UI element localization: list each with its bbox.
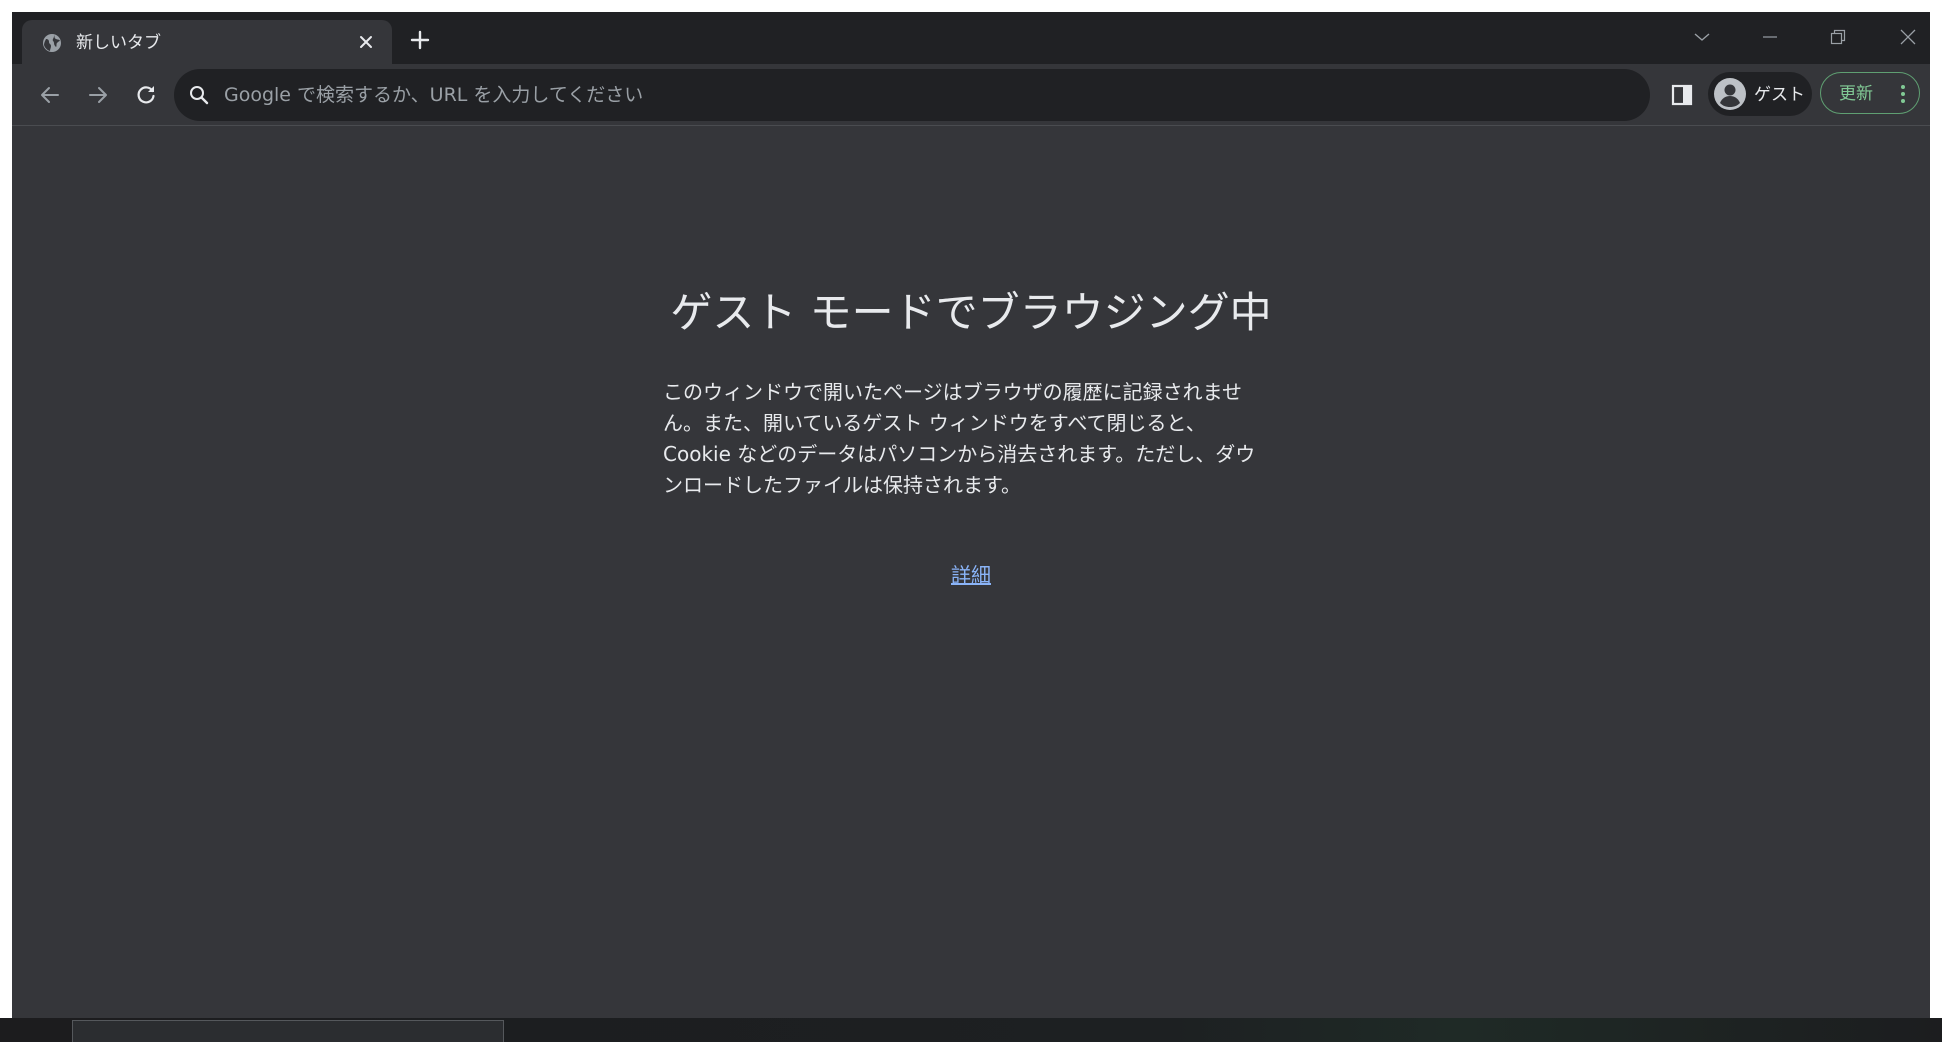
update-button[interactable]: 更新 [1820, 72, 1920, 114]
restore-button[interactable] [1818, 22, 1858, 52]
close-tab-icon[interactable] [354, 30, 378, 54]
profile-button[interactable]: ゲスト [1708, 72, 1812, 116]
update-label: 更新 [1839, 84, 1873, 104]
new-tab-button[interactable] [404, 24, 436, 56]
page-title: ゲスト モードでブラウジング中 [670, 288, 1272, 337]
forward-button[interactable] [80, 77, 116, 113]
tab-new-tab[interactable]: 新しいタブ [22, 20, 392, 64]
back-button[interactable] [32, 77, 68, 113]
globe-icon [42, 33, 62, 53]
more-vert-icon[interactable] [1893, 83, 1913, 105]
toolbar: ゲスト 更新 [12, 64, 1930, 126]
side-panel-icon[interactable] [1666, 79, 1698, 111]
omnibox-input[interactable] [224, 79, 1624, 111]
browser-window: 新しいタブ Google で検索するか、URL を入力してください ゲスト 更新… [12, 12, 1930, 1042]
avatar-icon [1714, 78, 1746, 110]
taskbar-window-thumbnail[interactable] [72, 1020, 504, 1042]
taskbar [0, 1018, 1942, 1042]
reload-button[interactable] [128, 77, 164, 113]
profile-label: ゲスト [1754, 85, 1805, 105]
close-window-button[interactable] [1888, 22, 1928, 52]
omnibox[interactable] [174, 69, 1650, 121]
tab-strip: 新しいタブ [12, 12, 1930, 64]
guest-mode-page: ゲスト モードでブラウジング中 このウィンドウで開いたページはブラウザの履歴に記… [12, 127, 1930, 1024]
tab-title: 新しいタブ [76, 33, 161, 53]
minimize-button[interactable] [1750, 22, 1790, 52]
search-icon [188, 84, 210, 106]
guest-mode-description: このウィンドウで開いたページはブラウザの履歴に記録されません。また、開いているゲ… [663, 380, 1256, 497]
learn-more-row: 詳細 [12, 561, 1930, 589]
learn-more-link[interactable]: 詳細 [951, 563, 991, 587]
tab-search-chevron-down-icon[interactable] [1682, 22, 1722, 52]
